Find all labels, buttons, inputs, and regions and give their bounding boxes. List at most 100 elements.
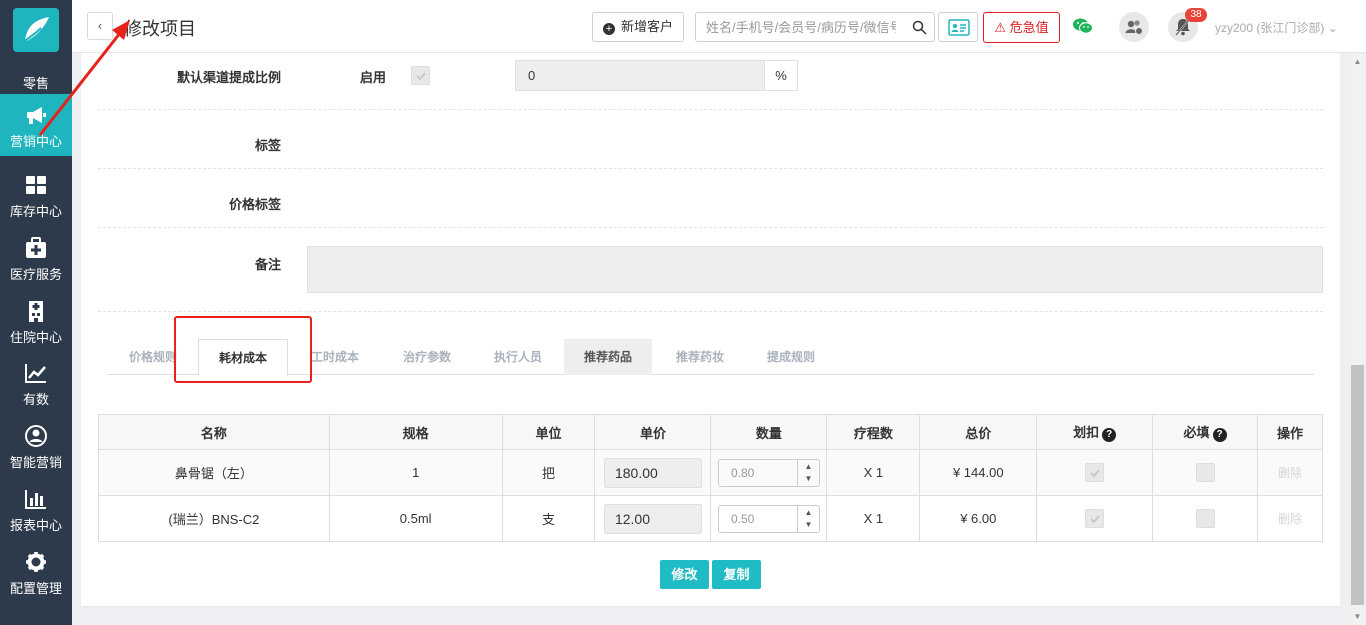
spinner-arrows-icon[interactable]: ▲ ▼: [796, 505, 819, 532]
enable-label: 启用: [360, 70, 387, 85]
unit-price-input[interactable]: 180.00: [603, 457, 702, 488]
tab-executors[interactable]: 执行人员: [478, 339, 558, 375]
smart-user-icon: [24, 425, 48, 447]
wechat-icon[interactable]: [1072, 17, 1094, 38]
grid-icon: [24, 174, 48, 196]
quantity-stepper[interactable]: 0.80 ▲ ▼: [717, 458, 820, 487]
sidebar-item-label: 报表中心: [9, 518, 62, 533]
divider: [98, 227, 1323, 228]
cell-total: ¥ 144.00: [919, 449, 1038, 496]
alarm-icon: ⚠: [994, 20, 1006, 35]
user-name: yzy200 (张江门诊部): [1215, 21, 1325, 35]
column-header: 总价: [919, 414, 1038, 450]
line-chart-icon: [24, 362, 48, 384]
sidebar-item-label: 医疗服务: [9, 267, 62, 282]
tab-commission-rules[interactable]: 提成规则: [751, 339, 831, 375]
app-logo[interactable]: [13, 8, 59, 52]
table-row: (瑞兰）BNS-C2 0.5ml 支 12.00 0.50 ▲ ▼ X 1 ¥ 6.…: [98, 495, 1324, 542]
cell-action: 删除: [1256, 495, 1324, 542]
enable-checkbox[interactable]: [411, 66, 430, 85]
divider: [98, 168, 1323, 169]
bar-chart-icon: [24, 488, 48, 510]
sidebar: 零售 营销中心 库存中心 医疗服务 住院中心 有数 智能营销 报表中心 配置管理: [0, 0, 72, 625]
delete-link[interactable]: 删除: [1278, 466, 1302, 480]
scroll-up-arrow-icon[interactable]: ▲: [1349, 53, 1366, 70]
sidebar-item-data[interactable]: 有数: [0, 352, 72, 414]
top-header: ‹ 修改项目 + 新增客户 ⚠ 危急值 38 yzy200 (张江门诊部) ⌄: [72, 0, 1366, 53]
sidebar-item-medical[interactable]: 医疗服务: [0, 227, 72, 289]
tab-recommended-cosmetics[interactable]: 推荐药妆: [660, 339, 740, 375]
quantity-value: 0.50: [730, 511, 755, 526]
sidebar-item-label: 营销中心: [9, 134, 62, 149]
required-checkbox[interactable]: [1195, 509, 1215, 528]
scroll-thumb[interactable]: [1351, 365, 1364, 605]
divider: [98, 311, 1323, 312]
search-input[interactable]: [696, 13, 896, 41]
cell-qty: 0.50 ▲ ▼: [710, 495, 828, 542]
remark-textarea[interactable]: [307, 246, 1323, 293]
material-cost-table: 名称 规格 单位 单价 数量 疗程数 总价 划扣? 必填? 操作 鼻骨锯（左） …: [98, 414, 1324, 542]
question-circle-icon[interactable]: ?: [1212, 428, 1227, 442]
cell-total: ¥ 6.00: [919, 495, 1038, 542]
sidebar-item-label: 有数: [22, 392, 49, 407]
cell-spec: 0.5ml: [328, 495, 503, 542]
scroll-down-arrow-icon[interactable]: ▼: [1349, 608, 1366, 625]
critical-value-button[interactable]: ⚠ 危急值: [983, 12, 1060, 43]
cell-required: [1152, 495, 1258, 542]
sidebar-item-marketing[interactable]: 营销中心: [0, 94, 72, 156]
plus-circle-icon: +: [603, 23, 615, 35]
question-circle-icon[interactable]: ?: [1102, 428, 1117, 442]
sidebar-item-label: 零售: [22, 76, 49, 91]
required-checkbox[interactable]: [1195, 463, 1215, 482]
search-icon[interactable]: [912, 20, 927, 38]
column-header-required: 必填?: [1152, 414, 1258, 450]
tag-label: 标签: [254, 138, 281, 153]
check-icon: [1090, 469, 1100, 478]
page-title: 修改项目: [124, 19, 196, 39]
tab-recommended-drugs[interactable]: 推荐药品: [564, 339, 652, 375]
id-card-button[interactable]: [938, 12, 978, 42]
column-header: 操作: [1256, 414, 1324, 450]
back-button[interactable]: ‹: [87, 12, 113, 40]
column-header: 疗程数: [826, 414, 921, 450]
megaphone-icon: [24, 104, 48, 126]
deduct-checkbox[interactable]: [1085, 509, 1105, 528]
table-row: 鼻骨锯（左） 1 把 180.00 0.80 ▲ ▼ X 1 ¥ 144.00 删除: [98, 449, 1324, 496]
tab-treatment-params[interactable]: 治疗参数: [387, 339, 467, 375]
quantity-value: 0.80: [730, 465, 755, 480]
annotation-highlight-box: [174, 316, 312, 383]
edit-button[interactable]: 修改: [660, 560, 709, 589]
critical-value-label: 危急值: [1009, 20, 1049, 35]
delete-link[interactable]: 删除: [1278, 512, 1302, 526]
divider: [98, 109, 1323, 110]
sidebar-item-label: 库存中心: [9, 204, 62, 219]
spinner-arrows-icon[interactable]: ▲ ▼: [796, 459, 819, 486]
table-header-row: 名称 规格 单位 单价 数量 疗程数 总价 划扣? 必填? 操作: [98, 414, 1324, 450]
users-button[interactable]: [1119, 12, 1149, 42]
sidebar-item-smart-marketing[interactable]: 智能营销: [0, 415, 72, 477]
sidebar-item-inventory[interactable]: 库存中心: [0, 164, 72, 226]
notification-badge: 38: [1185, 8, 1207, 22]
cell-course: X 1: [826, 449, 921, 496]
sidebar-item-label: 住院中心: [9, 330, 62, 345]
commission-input[interactable]: 0: [515, 60, 765, 91]
copy-button[interactable]: 复制: [712, 560, 761, 589]
column-header: 单价: [594, 414, 712, 450]
deduct-checkbox[interactable]: [1085, 463, 1105, 482]
sidebar-item-inpatient[interactable]: 住院中心: [0, 290, 72, 352]
vertical-scrollbar[interactable]: ▲ ▼: [1349, 53, 1366, 625]
cell-name: (瑞兰）BNS-C2: [98, 495, 330, 542]
gear-icon: [24, 551, 48, 573]
medical-kit-icon: [24, 237, 48, 259]
user-menu[interactable]: yzy200 (张江门诊部) ⌄: [1215, 19, 1338, 36]
new-customer-button[interactable]: + 新增客户: [592, 12, 684, 42]
quantity-stepper[interactable]: 0.50 ▲ ▼: [717, 504, 820, 533]
cell-price: 12.00: [594, 495, 712, 542]
sidebar-item-reports[interactable]: 报表中心: [0, 478, 72, 540]
column-header: 规格: [328, 414, 503, 450]
unit-price-input[interactable]: 12.00: [603, 503, 702, 534]
sidebar-item-settings[interactable]: 配置管理: [0, 541, 72, 603]
main-content: 默认渠道提成比例 启用 0 % 标签 价格标签 备注 价格规则 耗材成本 工时成…: [81, 53, 1340, 606]
search-box: [695, 12, 935, 42]
remark-label: 备注: [254, 257, 281, 272]
